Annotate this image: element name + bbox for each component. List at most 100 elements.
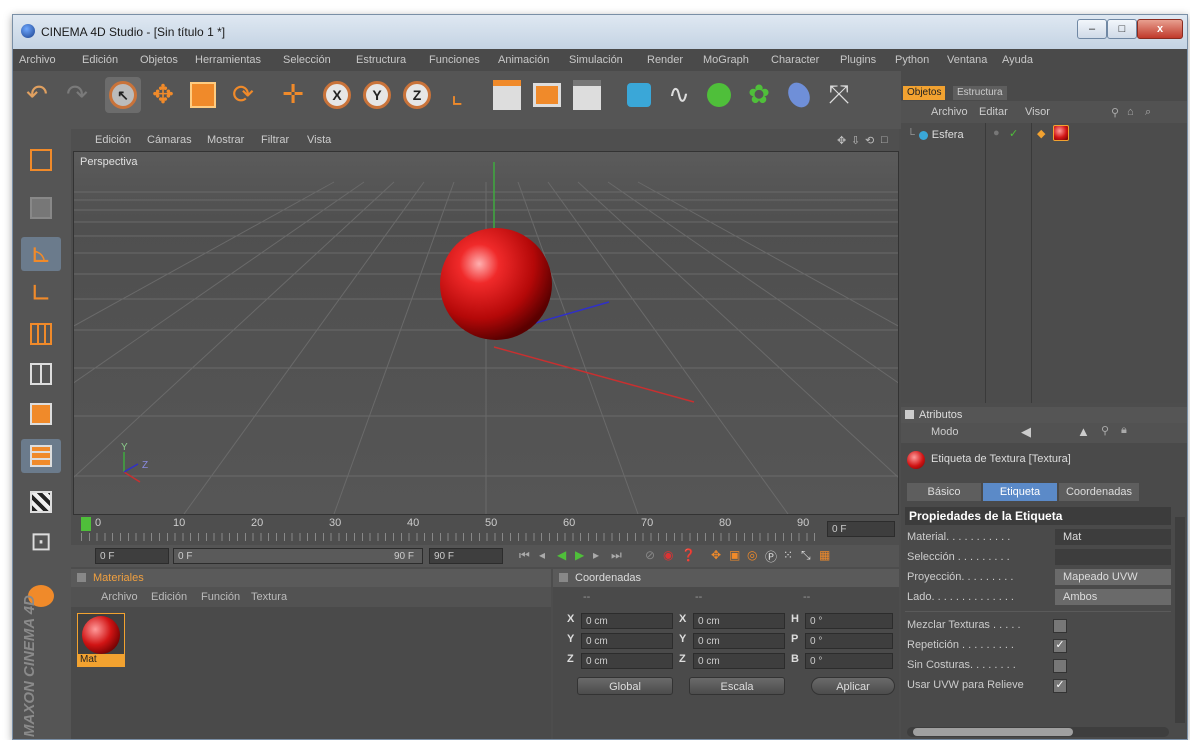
rot-b-field[interactable]: 0 ° (805, 653, 893, 669)
deformer-icon[interactable] (781, 77, 817, 113)
coordinate-mode-select[interactable]: Global (577, 677, 673, 695)
prop-uvw-relieve-checkbox[interactable]: ✓ (1053, 679, 1067, 693)
prop-sincosturas-checkbox[interactable] (1053, 659, 1067, 673)
pos-z-field[interactable]: 0 cm (581, 653, 673, 669)
minimize-button[interactable]: – (1077, 19, 1107, 39)
tab-basico[interactable]: Básico (907, 483, 981, 501)
use-model-mode-icon[interactable] (21, 143, 61, 177)
size-y-field[interactable]: 0 cm (693, 633, 785, 649)
attributes-vertical-scrollbar[interactable] (1175, 517, 1185, 723)
uv-polygons-mode-icon[interactable] (21, 439, 61, 473)
coordinate-system-icon[interactable]: ⌞ (439, 77, 475, 113)
materials-menu-archivo[interactable]: Archivo (101, 591, 138, 603)
object-axis-mode-icon[interactable]: ⊾ (21, 237, 61, 271)
key-scale-icon[interactable]: ▣ (729, 548, 740, 562)
start-frame-field[interactable]: 0 F (95, 548, 169, 564)
edges-mode-icon[interactable] (21, 357, 61, 391)
menu-herramientas[interactable]: Herramientas (195, 54, 261, 66)
viewport-rotate-icon[interactable]: ⟲ (865, 134, 874, 147)
prop-lado-select[interactable]: Ambos (1055, 589, 1171, 605)
render-picture-viewer-icon[interactable] (529, 77, 565, 113)
menu-funciones[interactable]: Funciones (429, 54, 480, 66)
objects-menu-visor[interactable]: Visor (1025, 106, 1050, 118)
render-view-icon[interactable] (489, 77, 525, 113)
y-axis-lock-icon[interactable]: Y (359, 77, 395, 113)
menu-mograph[interactable]: MoGraph (703, 54, 749, 66)
menu-archivo[interactable]: Archivo (19, 54, 56, 66)
viewport-menu-camaras[interactable]: Cámaras (147, 134, 192, 146)
maximize-button[interactable]: □ (1107, 19, 1137, 39)
goto-start-icon[interactable]: ⏮ (519, 548, 530, 563)
autokey-icon[interactable]: ◉ (663, 548, 673, 562)
menu-character[interactable]: Character (771, 54, 819, 66)
menu-render[interactable]: Render (647, 54, 683, 66)
back-arrow-icon[interactable]: ◀ (1021, 424, 1031, 440)
attr-search-icon[interactable]: ⚲ (1101, 424, 1109, 437)
viewport-menu-filtrar[interactable]: Filtrar (261, 134, 289, 146)
prop-mezclar-checkbox[interactable] (1053, 619, 1067, 633)
prop-proyeccion-select[interactable]: Mapeado UVW (1055, 569, 1171, 585)
attributes-horizontal-scrollbar[interactable] (907, 727, 1169, 737)
x-axis-lock-icon[interactable]: X (319, 77, 355, 113)
render-settings-icon[interactable] (569, 77, 605, 113)
menu-plugins[interactable]: Plugins (840, 54, 876, 66)
key-parameter-icon[interactable]: Ⓟ (765, 548, 777, 565)
objects-menu-editar[interactable]: Editar (979, 106, 1008, 118)
nurbs-icon[interactable] (701, 77, 737, 113)
enabled-check-icon[interactable]: ✓ (1009, 127, 1018, 140)
viewport-menu-edicion[interactable]: Edición (95, 134, 131, 146)
goto-end-icon[interactable]: ⏭ (611, 548, 622, 563)
timeline-window-icon[interactable]: ▦ (819, 548, 830, 562)
redo-icon[interactable]: ↷ (59, 77, 95, 113)
tab-objetos[interactable]: Objetos (903, 86, 946, 100)
attributes-mode-menu[interactable]: Modo (931, 426, 959, 438)
pos-x-field[interactable]: 0 cm (581, 613, 673, 629)
play-backward-icon[interactable]: ◀ (557, 548, 566, 562)
search-icon[interactable]: ⚲ (1111, 106, 1119, 119)
play-forward-icon[interactable]: ▶ (575, 548, 584, 562)
object-row-esfera[interactable]: └ Esfera (907, 127, 964, 143)
size-mode-select[interactable]: Escala (689, 677, 785, 695)
lock-icon[interactable]: 🔒︎ (1121, 424, 1127, 437)
live-selection-icon[interactable]: ↖ (105, 77, 141, 113)
current-frame-field[interactable]: 0 F (827, 521, 895, 537)
menu-objetos[interactable]: Objetos (140, 54, 178, 66)
menu-edicion[interactable]: Edición (82, 54, 118, 66)
range-slider[interactable]: 0 F 90 F (173, 548, 423, 564)
polygons-mode-icon[interactable] (21, 397, 61, 431)
enable-axis-icon[interactable]: ⊡ (21, 525, 61, 559)
key-position-icon[interactable]: ✥ (711, 548, 721, 562)
pos-y-field[interactable]: 0 cm (581, 633, 673, 649)
keyframe-selection-icon[interactable]: ❓ (681, 548, 696, 562)
close-button[interactable]: x (1137, 19, 1183, 39)
filter-icon[interactable]: ⌕ (1145, 106, 1151, 119)
visibility-dot-icon[interactable]: ● (993, 127, 1000, 139)
camera-icon[interactable]: ⤧ (821, 77, 857, 113)
viewport-menu-vista[interactable]: Vista (307, 134, 331, 146)
material-thumbnail[interactable]: Mat (77, 613, 125, 667)
menu-simulacion[interactable]: Simulación (569, 54, 623, 66)
3d-viewport[interactable]: Perspectiva Y Z (73, 151, 899, 515)
tab-estructura[interactable]: Estructura (953, 86, 1007, 100)
materials-menu-edicion[interactable]: Edición (151, 591, 187, 603)
spline-pen-icon[interactable]: ∿ (661, 77, 697, 113)
viewport-menu-mostrar[interactable]: Mostrar (207, 134, 244, 146)
viewport-zoom-icon[interactable]: ⇩ (851, 134, 860, 147)
prev-frame-icon[interactable]: ◂ (539, 548, 545, 562)
rot-h-field[interactable]: 0 ° (805, 613, 893, 629)
objects-menu-archivo[interactable]: Archivo (931, 106, 968, 118)
viewport-navigate-icon[interactable]: ✥ (837, 134, 846, 147)
materials-menu-textura[interactable]: Textura (251, 591, 287, 603)
undo-icon[interactable]: ↶ (19, 77, 55, 113)
timeline[interactable]: 0 10 20 30 40 50 60 70 80 90 0 F (71, 515, 899, 545)
viewport-maximize-icon[interactable]: □ (881, 134, 888, 146)
menu-seleccion[interactable]: Selección (283, 54, 331, 66)
tab-coordenadas[interactable]: Coordenadas (1059, 483, 1139, 501)
size-z-field[interactable]: 0 cm (693, 653, 785, 669)
interpolation-icon[interactable]: ⤡ (801, 548, 811, 563)
apply-button[interactable]: Aplicar (811, 677, 895, 695)
timeline-playhead[interactable] (81, 517, 91, 531)
texture-tag-icon[interactable] (1053, 125, 1069, 141)
cube-primitive-icon[interactable] (621, 77, 657, 113)
points-mode-icon[interactable] (21, 317, 61, 351)
